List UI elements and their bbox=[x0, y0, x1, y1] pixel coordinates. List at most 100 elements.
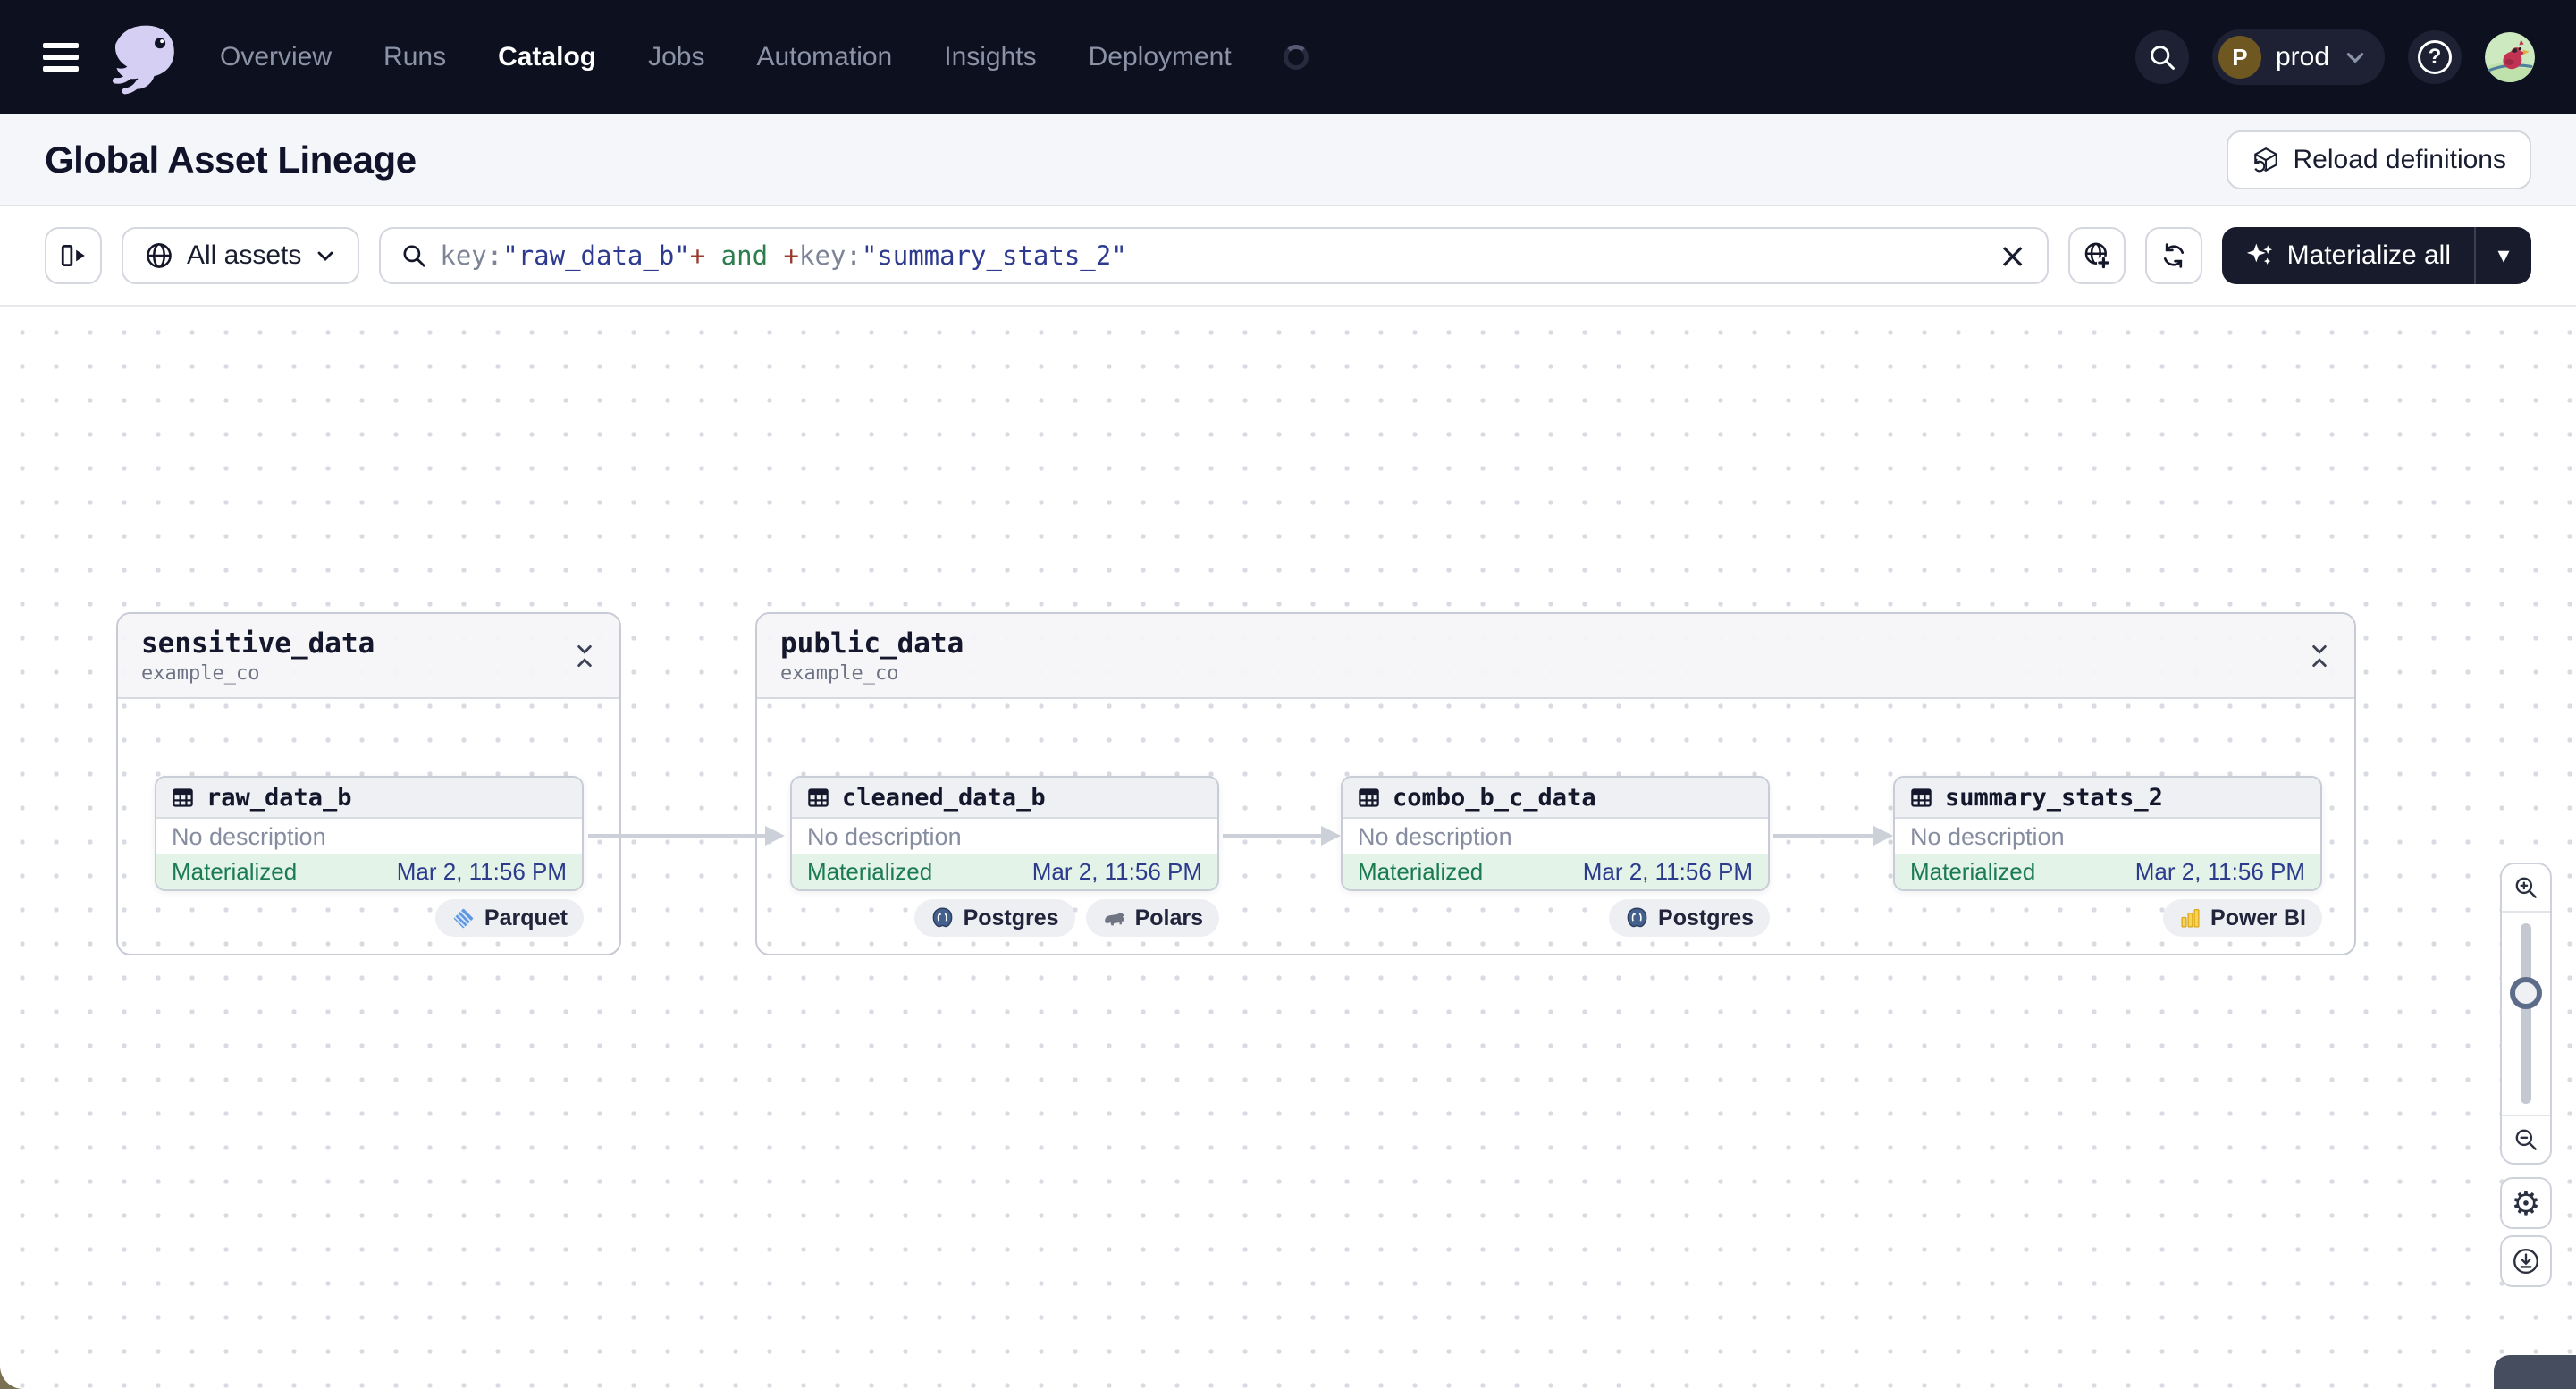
menu-icon[interactable] bbox=[43, 39, 82, 75]
collapse-group-icon[interactable] bbox=[2308, 641, 2331, 671]
asset-name-row: cleaned_data_b bbox=[792, 778, 1217, 819]
group-name: public_data bbox=[780, 627, 964, 660]
chevron-down-icon bbox=[317, 251, 333, 261]
zoom-slider-thumb[interactable] bbox=[2510, 977, 2542, 1009]
reload-definitions-button[interactable]: Reload definitions bbox=[2226, 130, 2531, 189]
status-badge: Materialized bbox=[1910, 858, 2036, 885]
asset-badges-combo-b-c-data: Postgres bbox=[1341, 899, 1770, 937]
asset-badges-cleaned-data-b: Postgres Polars bbox=[790, 899, 1219, 937]
help-icon: ? bbox=[2418, 40, 2452, 74]
materialization-timestamp[interactable]: Mar 2, 11:56 PM bbox=[1032, 858, 1202, 886]
asset-scope-label: All assets bbox=[187, 240, 302, 270]
zoom-in-button[interactable] bbox=[2502, 864, 2550, 913]
kind-badge-postgres[interactable]: Postgres bbox=[1609, 899, 1770, 937]
sparkles-icon bbox=[2246, 243, 2272, 265]
kind-badge-polars[interactable]: Polars bbox=[1085, 899, 1219, 937]
asset-description: No description bbox=[1343, 819, 1768, 854]
search-icon bbox=[2151, 46, 2175, 70]
group-location: example_co bbox=[780, 661, 899, 685]
refresh-icon bbox=[2163, 243, 2184, 268]
asset-name: summary_stats_2 bbox=[1945, 783, 2163, 812]
lineage-graph-canvas[interactable]: sensitive_data example_co public_data ex… bbox=[0, 305, 2576, 1389]
asset-node-raw-data-b[interactable]: raw_data_b No description Materialized M… bbox=[155, 776, 584, 891]
polars-bear-icon bbox=[1104, 912, 1124, 925]
nav-item-jobs[interactable]: Jobs bbox=[648, 42, 704, 72]
reload-definitions-label: Reload definitions bbox=[2293, 144, 2507, 174]
table-icon bbox=[1359, 787, 1379, 807]
asset-badges-raw-data-b: Parquet bbox=[155, 899, 584, 937]
nav-item-insights[interactable]: Insights bbox=[944, 42, 1036, 72]
zoom-out-button[interactable] bbox=[2502, 1115, 2550, 1163]
nav-item-runs[interactable]: Runs bbox=[383, 42, 446, 72]
badge-label: Postgres bbox=[963, 905, 1059, 930]
nav-item-deployment[interactable]: Deployment bbox=[1089, 42, 1232, 72]
zoom-control-panel bbox=[2500, 863, 2552, 1165]
user-avatar[interactable] bbox=[2485, 32, 2535, 82]
asset-node-summary-stats-2[interactable]: summary_stats_2 No description Materiali… bbox=[1893, 776, 2322, 891]
asset-node-cleaned-data-b[interactable]: cleaned_data_b No description Materializ… bbox=[790, 776, 1219, 891]
toggle-sidebar-button[interactable] bbox=[45, 227, 102, 284]
collapse-group-icon[interactable] bbox=[573, 641, 596, 671]
nav-item-automation[interactable]: Automation bbox=[756, 42, 892, 72]
asset-badges-summary-stats-2: Power BI bbox=[1893, 899, 2322, 937]
kind-badge-parquet[interactable]: Parquet bbox=[434, 899, 584, 937]
query-text: key:"raw_data_b"+ and +key:"summary_stat… bbox=[440, 240, 1127, 271]
asset-scope-dropdown[interactable]: All assets bbox=[122, 227, 360, 284]
lineage-edge bbox=[1773, 834, 1873, 838]
status-badge: Materialized bbox=[1358, 858, 1484, 885]
deployment-name: prod bbox=[2275, 42, 2329, 72]
nav-item-catalog[interactable]: Catalog bbox=[498, 42, 596, 72]
caret-down-icon: ▾ bbox=[2497, 242, 2510, 269]
zoom-slider[interactable] bbox=[2502, 913, 2550, 1115]
deployment-switcher[interactable]: P prod bbox=[2211, 29, 2385, 85]
nav-item-overview[interactable]: Overview bbox=[220, 42, 332, 72]
asset-name: raw_data_b bbox=[206, 783, 352, 812]
edge-arrowhead-icon bbox=[1321, 826, 1341, 846]
asset-status-row: Materialized Mar 2, 11:56 PM bbox=[1343, 854, 1768, 889]
chevron-down-icon bbox=[2346, 53, 2364, 63]
asset-search-input[interactable]: key:"raw_data_b"+ and +key:"summary_stat… bbox=[379, 227, 2049, 284]
group-header: sensitive_data example_co bbox=[118, 614, 619, 699]
table-icon bbox=[1911, 787, 1932, 807]
dagster-octopus-icon bbox=[112, 25, 174, 95]
materialization-timestamp[interactable]: Mar 2, 11:56 PM bbox=[1583, 858, 1753, 886]
lineage-toolbar: All assets key:"raw_data_b"+ and +key:"s… bbox=[0, 206, 2576, 305]
materialization-timestamp[interactable]: Mar 2, 11:56 PM bbox=[397, 858, 567, 886]
help-button[interactable]: ? bbox=[2408, 30, 2462, 84]
asset-node-combo-b-c-data[interactable]: combo_b_c_data No description Materializ… bbox=[1341, 776, 1770, 891]
kind-badge-powerbi[interactable]: Power BI bbox=[2163, 899, 2322, 937]
materialize-all-main[interactable]: Materialize all bbox=[2222, 227, 2474, 284]
asset-status-row: Materialized Mar 2, 11:56 PM bbox=[1895, 854, 2320, 889]
kind-badge-postgres[interactable]: Postgres bbox=[913, 899, 1075, 937]
avatar-cardinal-image bbox=[2485, 32, 2535, 82]
globe-icon bbox=[147, 243, 172, 268]
asset-name-row: combo_b_c_data bbox=[1343, 778, 1768, 819]
search-icon bbox=[403, 245, 425, 267]
asset-description: No description bbox=[792, 819, 1217, 854]
graph-settings-button[interactable]: ⚙ bbox=[2500, 1177, 2552, 1229]
materialization-timestamp[interactable]: Mar 2, 11:56 PM bbox=[2135, 858, 2305, 886]
app-window: Overview Runs Catalog Jobs Automation In… bbox=[0, 0, 2576, 1389]
clear-search-icon[interactable]: × bbox=[1999, 239, 2027, 273]
badge-label: Power BI bbox=[2210, 905, 2306, 930]
badge-label: Parquet bbox=[484, 905, 568, 930]
asset-name-row: raw_data_b bbox=[156, 778, 582, 819]
asset-status-row: Materialized Mar 2, 11:56 PM bbox=[792, 854, 1217, 889]
lineage-edge bbox=[588, 834, 765, 838]
page-header: Global Asset Lineage Reload definitions bbox=[0, 114, 2576, 206]
nav-right-cluster: P prod ? bbox=[2134, 29, 2535, 85]
zoom-slider-track[interactable] bbox=[2521, 923, 2531, 1104]
materialize-dropdown-button[interactable]: ▾ bbox=[2476, 227, 2531, 284]
nav-links: Overview Runs Catalog Jobs Automation In… bbox=[220, 42, 1309, 72]
search-button[interactable] bbox=[2134, 30, 2189, 84]
dagster-logo[interactable] bbox=[107, 20, 182, 95]
badge-label: Postgres bbox=[1658, 905, 1754, 930]
add-to-selection-button[interactable] bbox=[2067, 227, 2126, 284]
download-image-button[interactable] bbox=[2500, 1235, 2552, 1287]
materialize-all-button[interactable]: Materialize all ▾ bbox=[2221, 227, 2531, 284]
refresh-button[interactable] bbox=[2144, 227, 2202, 284]
materialize-all-label: Materialize all bbox=[2286, 240, 2451, 270]
zoom-in-icon bbox=[2515, 877, 2537, 898]
edge-arrowhead-icon bbox=[765, 826, 785, 846]
asset-name: cleaned_data_b bbox=[842, 783, 1046, 812]
